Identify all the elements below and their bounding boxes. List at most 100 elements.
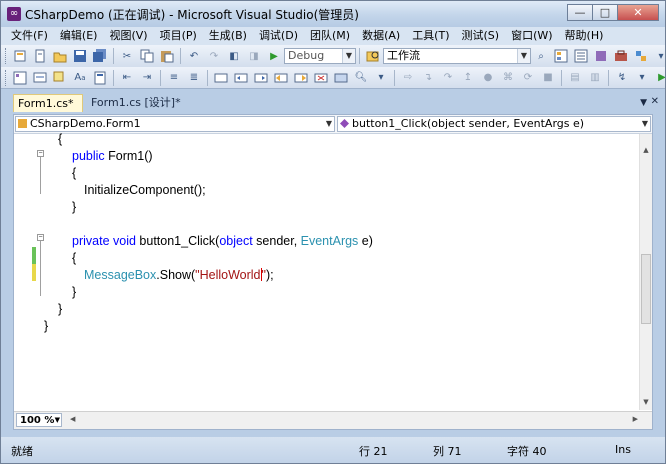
toolbar-options-icon[interactable]: ▾ xyxy=(634,70,650,86)
menu-project[interactable]: 项目(P) xyxy=(154,27,203,45)
uncomment-icon[interactable]: ≣ xyxy=(186,70,202,86)
save-icon[interactable] xyxy=(72,48,88,64)
code-token: } xyxy=(72,200,77,214)
scrollbar-thumb[interactable] xyxy=(641,254,651,324)
chevron-down-icon: ▼ xyxy=(342,49,355,63)
menu-window[interactable]: 窗口(W) xyxy=(505,27,558,45)
navigate-forward-icon[interactable]: ◨ xyxy=(246,48,262,64)
tab-form1-designer[interactable]: Form1.cs [设计]* xyxy=(87,94,181,112)
code-type: MessageBox xyxy=(84,268,157,282)
scroll-left-icon[interactable]: ◀ xyxy=(70,415,75,423)
find-in-project-icon[interactable]: 🔍︎ xyxy=(353,70,369,86)
tab-list-dropdown-icon[interactable]: ▼ xyxy=(640,98,647,108)
continue-icon[interactable]: ▶ xyxy=(654,70,665,86)
toolbar-options-icon[interactable]: ▾ xyxy=(653,48,665,64)
window-controls: — □ ✕ xyxy=(567,4,659,22)
copy-icon[interactable] xyxy=(139,48,155,64)
previous-bookmark-icon[interactable] xyxy=(233,70,249,86)
word-completion-icon[interactable]: Aa xyxy=(72,70,88,86)
solution-configuration-combo[interactable]: Debug ▼ xyxy=(284,48,356,64)
menu-tools[interactable]: 工具(T) xyxy=(406,27,455,45)
threads-icon[interactable]: ↯ xyxy=(614,70,630,86)
code-text-area[interactable]: − − { public Form1() { InitializeCompone… xyxy=(14,132,640,410)
stop-debugging-icon[interactable]: ■ xyxy=(540,70,556,86)
object-browser-icon[interactable] xyxy=(593,48,609,64)
add-item-icon[interactable] xyxy=(32,48,48,64)
menu-view[interactable]: 视图(V) xyxy=(103,27,153,45)
quick-info-icon[interactable] xyxy=(52,70,68,86)
previous-bookmark-folder-icon[interactable] xyxy=(273,70,289,86)
new-project-icon[interactable] xyxy=(12,48,28,64)
save-all-icon[interactable] xyxy=(92,48,108,64)
breakpoint-icon[interactable]: ● xyxy=(480,70,496,86)
show-next-statement-icon[interactable]: ⇨ xyxy=(400,70,416,86)
menu-team[interactable]: 团队(M) xyxy=(304,27,356,45)
menu-test[interactable]: 测试(S) xyxy=(456,27,506,45)
step-over-icon[interactable]: ↷ xyxy=(440,70,456,86)
comment-icon[interactable]: ≡ xyxy=(166,70,182,86)
minimize-button[interactable]: — xyxy=(567,4,593,21)
increase-indent-icon[interactable]: ⇥ xyxy=(139,70,155,86)
decrease-indent-icon[interactable]: ⇤ xyxy=(119,70,135,86)
toolbar-separator xyxy=(359,48,360,64)
vertical-scrollbar[interactable]: ▲ ▼ xyxy=(639,134,652,410)
clear-bookmarks-icon[interactable] xyxy=(313,70,329,86)
find-combo[interactable]: 工作流 ▼ xyxy=(383,48,531,64)
menu-debug[interactable]: 调试(D) xyxy=(253,27,304,45)
hex-display-icon[interactable]: ⌘ xyxy=(500,70,516,86)
redo-icon[interactable]: ↷ xyxy=(206,48,222,64)
method-icon xyxy=(340,119,349,128)
menu-data[interactable]: 数据(A) xyxy=(356,27,406,45)
chevron-down-icon: ▼ xyxy=(54,416,60,424)
status-insert-mode: Ins xyxy=(615,443,631,456)
next-bookmark-folder-icon[interactable] xyxy=(293,70,309,86)
code-line: } xyxy=(58,301,62,318)
toggle-bookmark-icon[interactable] xyxy=(213,70,229,86)
paste-icon[interactable] xyxy=(159,48,175,64)
menu-build[interactable]: 生成(B) xyxy=(203,27,253,45)
properties-icon[interactable] xyxy=(573,48,589,64)
find-icon[interactable]: ⌕ xyxy=(533,48,549,64)
toolbar-grip[interactable] xyxy=(5,69,6,86)
menu-help[interactable]: 帮助(H) xyxy=(559,27,610,45)
collapse-icon[interactable]: − xyxy=(37,150,44,157)
tab-form1-cs[interactable]: Form1.cs* xyxy=(13,94,83,112)
next-bookmark-icon[interactable] xyxy=(253,70,269,86)
close-tab-icon[interactable]: ✕ xyxy=(651,96,659,107)
menu-edit[interactable]: 编辑(E) xyxy=(54,27,104,45)
zoom-combo[interactable]: 100 % ▼ xyxy=(16,413,62,427)
open-file-icon[interactable] xyxy=(52,48,68,64)
maximize-button[interactable]: □ xyxy=(592,4,618,21)
immediate-window-icon[interactable]: ▥ xyxy=(587,70,603,86)
restart-icon[interactable]: ⟳ xyxy=(520,70,536,86)
member-list-icon[interactable] xyxy=(12,70,28,86)
scroll-right-icon[interactable]: ▶ xyxy=(633,415,638,423)
standard-toolbar: ✂ ↶ ↷ ◧ ◨ ▶ Debug ▼ 工作流 ▼ ⌕ ▾ xyxy=(1,45,665,67)
menu-file[interactable]: 文件(F) xyxy=(5,27,54,45)
start-debugging-icon[interactable]: ▶ xyxy=(266,48,282,64)
bookmark-window-icon[interactable] xyxy=(333,70,349,86)
toolbar-grip[interactable] xyxy=(5,48,6,64)
step-into-icon[interactable]: ↴ xyxy=(420,70,436,86)
toolbar-options-icon[interactable]: ▾ xyxy=(373,70,389,86)
display-word-icon[interactable] xyxy=(92,70,108,86)
toolbox-icon[interactable] xyxy=(613,48,629,64)
members-combo[interactable]: button1_Click(object sender, EventArgs e… xyxy=(337,116,651,132)
solution-explorer-icon[interactable] xyxy=(553,48,569,64)
code-token: { xyxy=(72,166,77,180)
find-in-files-icon[interactable] xyxy=(365,48,381,64)
scroll-up-icon[interactable]: ▲ xyxy=(640,146,652,158)
cut-icon[interactable]: ✂ xyxy=(119,48,135,64)
step-out-icon[interactable]: ↥ xyxy=(460,70,476,86)
types-combo[interactable]: CSharpDemo.Form1 ▼ xyxy=(15,116,335,132)
navigate-backward-icon[interactable]: ◧ xyxy=(226,48,242,64)
undo-icon[interactable]: ↶ xyxy=(186,48,202,64)
parameter-info-icon[interactable] xyxy=(32,70,48,86)
close-button[interactable]: ✕ xyxy=(617,4,659,21)
extension-manager-icon[interactable] xyxy=(633,48,649,64)
scroll-down-icon[interactable]: ▼ xyxy=(640,398,652,410)
output-window-icon[interactable]: ▤ xyxy=(567,70,583,86)
collapse-icon[interactable]: − xyxy=(37,234,44,241)
code-string: "HelloWorld xyxy=(195,268,261,282)
title-bar[interactable]: ∞ CSharpDemo (正在调试) - Microsoft Visual S… xyxy=(1,1,665,27)
